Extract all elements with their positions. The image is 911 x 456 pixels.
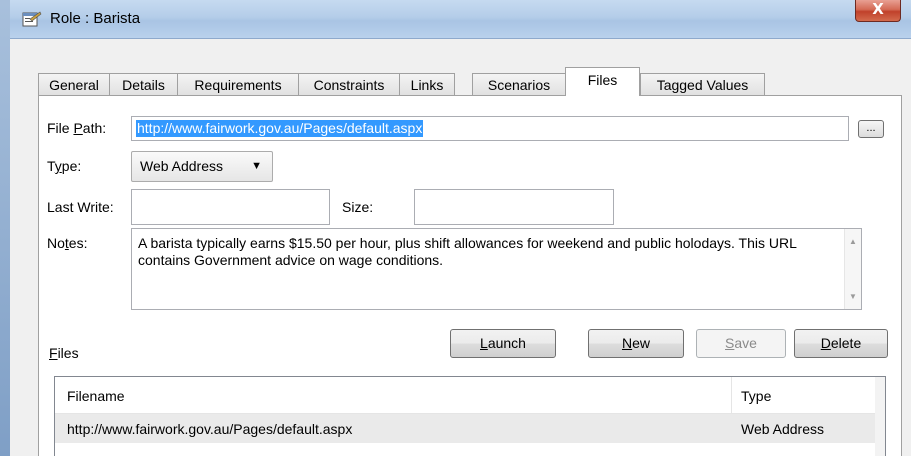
tab-general[interactable]: General bbox=[38, 73, 110, 95]
files-section-label: Files bbox=[49, 345, 79, 361]
tab-requirements[interactable]: Requirements bbox=[177, 73, 299, 95]
chevron-down-icon: ▼ bbox=[251, 160, 262, 172]
save-button[interactable]: Save bbox=[696, 329, 786, 358]
files-list-scrollbar[interactable] bbox=[875, 377, 885, 456]
new-button[interactable]: New bbox=[588, 329, 684, 358]
tab-tagged-values[interactable]: Tagged Values bbox=[640, 73, 765, 95]
type-dropdown-value: Web Address bbox=[140, 158, 224, 174]
close-button[interactable]: X bbox=[855, 0, 901, 22]
close-icon: X bbox=[872, 0, 884, 18]
role-properties-window: Role : Barista X General Details Require… bbox=[10, 0, 911, 456]
tab-scenarios[interactable]: Scenarios bbox=[472, 73, 566, 95]
size-field[interactable] bbox=[414, 189, 614, 225]
desktop-background bbox=[0, 0, 10, 456]
scroll-down-icon[interactable]: ▼ bbox=[849, 292, 857, 301]
notes-scrollbar[interactable]: ▲ ▼ bbox=[844, 229, 861, 309]
type-label: Type: bbox=[47, 158, 82, 174]
role-properties-icon bbox=[22, 11, 42, 27]
column-header-type[interactable]: Type bbox=[741, 388, 771, 404]
window-title: Role : Barista bbox=[50, 10, 141, 27]
file-path-value: http://www.fairwork.gov.au/Pages/default… bbox=[136, 120, 424, 137]
notes-textarea[interactable]: A barista typically earns $15.50 per hou… bbox=[131, 228, 862, 310]
column-header-filename[interactable]: Filename bbox=[67, 388, 125, 404]
notes-text: A barista typically earns $15.50 per hou… bbox=[138, 235, 797, 268]
row-filename: http://www.fairwork.gov.au/Pages/default… bbox=[67, 421, 353, 437]
tab-links[interactable]: Links bbox=[399, 73, 455, 95]
file-path-input[interactable]: http://www.fairwork.gov.au/Pages/default… bbox=[131, 116, 849, 141]
notes-label: Notes: bbox=[47, 235, 88, 251]
type-dropdown[interactable]: Web Address ▼ bbox=[131, 151, 273, 182]
file-path-label: File Path: bbox=[47, 120, 107, 136]
table-row[interactable]: http://www.fairwork.gov.au/Pages/default… bbox=[55, 414, 875, 443]
title-bar[interactable]: Role : Barista X bbox=[10, 0, 911, 39]
last-write-field[interactable] bbox=[131, 189, 330, 225]
tab-constraints[interactable]: Constraints bbox=[298, 73, 400, 95]
launch-button[interactable]: Launch bbox=[450, 329, 556, 358]
tab-files[interactable]: Files bbox=[565, 67, 640, 96]
column-divider[interactable] bbox=[731, 377, 732, 413]
files-list-header: Filename Type bbox=[55, 377, 875, 414]
scroll-up-icon[interactable]: ▲ bbox=[849, 237, 857, 246]
files-list[interactable]: Filename Type http://www.fairwork.gov.au… bbox=[54, 376, 886, 456]
browse-button[interactable]: ... bbox=[858, 120, 884, 138]
tab-details[interactable]: Details bbox=[109, 73, 178, 95]
size-label: Size: bbox=[342, 199, 374, 215]
last-write-label: Last Write: bbox=[47, 199, 114, 215]
delete-button[interactable]: Delete bbox=[794, 329, 888, 358]
row-type: Web Address bbox=[741, 421, 825, 437]
